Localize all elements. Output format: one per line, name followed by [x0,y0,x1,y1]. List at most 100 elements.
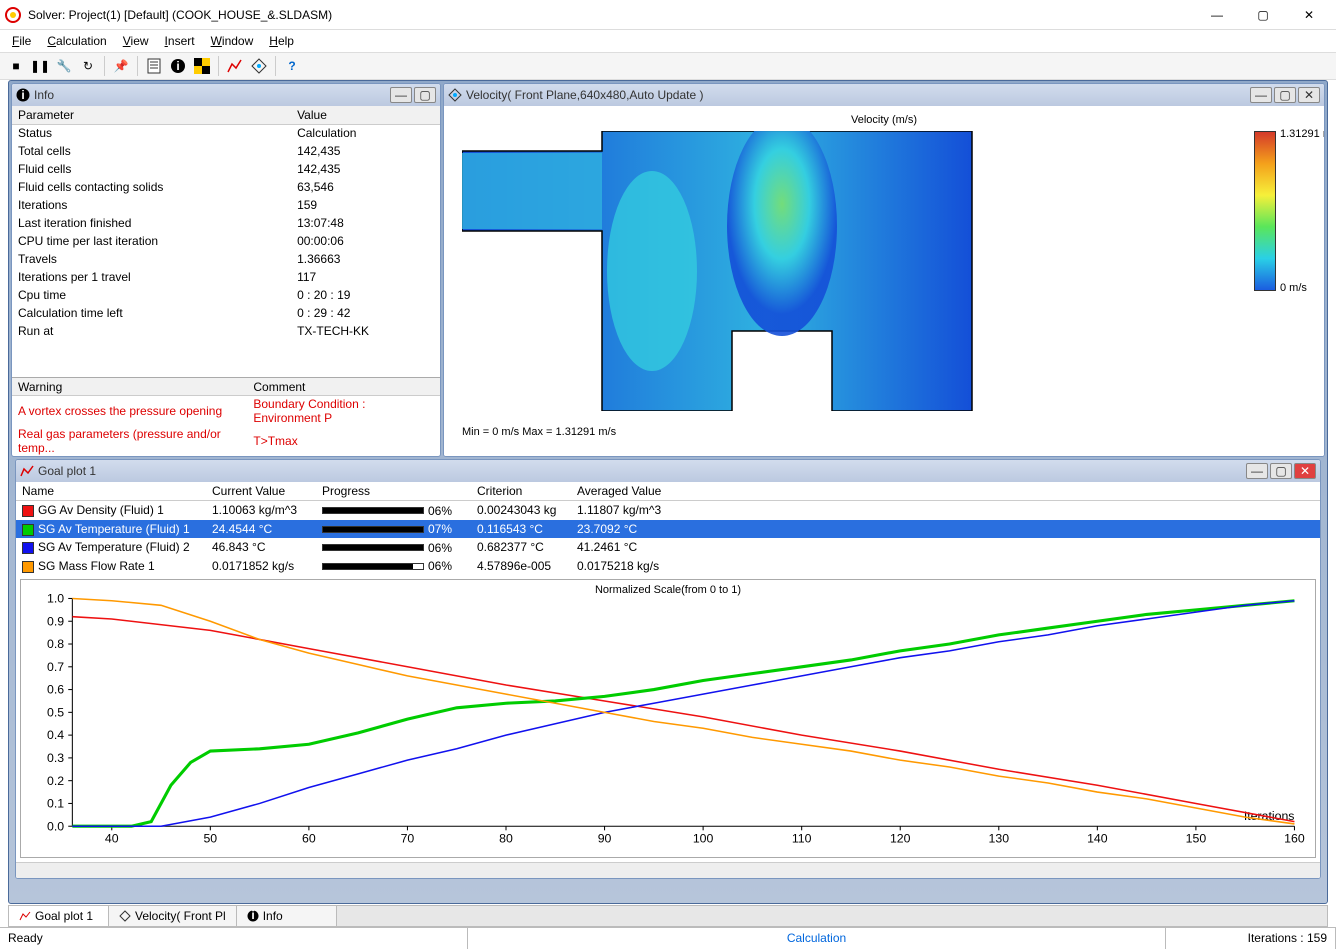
svg-text:0.8: 0.8 [47,637,64,651]
svg-text:0.9: 0.9 [47,614,64,628]
param-header[interactable]: Parameter [12,106,291,124]
velocity-window: Velocity( Front Plane,640x480,Auto Updat… [443,83,1325,457]
goals-icon[interactable] [192,56,212,76]
svg-text:150: 150 [1186,832,1207,846]
menu-calculation[interactable]: Calculation [39,32,114,50]
pause-icon[interactable]: ❚❚ [30,56,50,76]
info-row[interactable]: Total cells142,435 [12,142,440,160]
pin-icon[interactable]: 📌 [111,56,131,76]
goalplot-title: Goal plot 1 [38,464,1244,478]
goal-row[interactable]: GG Av Density (Fluid) 1 1.10063 kg/m^3 0… [16,501,1320,520]
menu-insert[interactable]: Insert [157,32,203,50]
menu-help[interactable]: Help [261,32,302,50]
mdi-area: i Info — ▢ ParameterValue StatusCalculat… [8,80,1328,904]
svg-text:60: 60 [302,832,316,846]
goalplot-titlebar[interactable]: Goal plot 1 — ▢ ✕ [16,460,1320,482]
child-max-button[interactable]: ▢ [1274,87,1296,103]
titlebar: Solver: Project(1) [Default] (COOK_HOUSE… [0,0,1336,30]
child-close-button[interactable]: ✕ [1298,87,1320,103]
window-title: Solver: Project(1) [Default] (COOK_HOUSE… [28,8,1194,22]
color-legend: 1.31291 m/s 0 m/s [1254,131,1284,291]
statusbar: Ready Calculation Iterations : 159 [0,927,1336,948]
menu-file[interactable]: File [4,32,39,50]
velocity-titlebar[interactable]: Velocity( Front Plane,640x480,Auto Updat… [444,84,1324,106]
menu-window[interactable]: Window [203,32,262,50]
svg-text:0.4: 0.4 [47,728,64,742]
tab-goalplot[interactable]: Goal plot 1 [9,906,109,926]
info-row[interactable]: Fluid cells contacting solids63,546 [12,178,440,196]
info-row[interactable]: StatusCalculation [12,124,440,142]
svg-text:0.3: 0.3 [47,751,64,765]
info-row[interactable]: CPU time per last iteration00:00:06 [12,232,440,250]
warning-row[interactable]: Real gas parameters (pressure and/or tem… [12,426,440,456]
child-min-button[interactable]: — [1250,87,1272,103]
refresh-icon[interactable]: ↻ [78,56,98,76]
value-header[interactable]: Value [291,106,440,124]
comment-header[interactable]: Comment [247,378,440,396]
info-body: ParameterValue StatusCalculationTotal ce… [12,106,440,456]
status-ready: Ready [0,928,468,949]
col-avg[interactable]: Averaged Value [571,482,1320,501]
warn-header[interactable]: Warning [12,378,247,396]
velocity-viewport[interactable]: Velocity (m/s) 1.31291 m/s 0 m/s Min = 0… [444,106,1324,456]
svg-text:0.2: 0.2 [47,774,64,788]
h-scrollbar[interactable] [16,862,1320,878]
goal-row[interactable]: SG Av Temperature (Fluid) 1 24.4544 °C 0… [16,520,1320,539]
child-min-button[interactable]: — [390,87,412,103]
svg-text:50: 50 [203,832,217,846]
info-row[interactable]: Travels1.36663 [12,250,440,268]
col-prog[interactable]: Progress [316,482,471,501]
col-crit[interactable]: Criterion [471,482,571,501]
preview-icon [448,88,462,102]
stop-icon[interactable]: ■ [6,56,26,76]
legend-max: 1.31291 m/s [1280,128,1324,140]
child-max-button[interactable]: ▢ [1270,463,1292,479]
tab-info[interactable]: iInfo [237,906,337,926]
wrench-icon[interactable]: 🔧 [54,56,74,76]
svg-text:80: 80 [499,832,513,846]
info-row[interactable]: Cpu time0 : 20 : 19 [12,286,440,304]
help-icon[interactable]: ? [282,56,302,76]
info-row[interactable]: Fluid cells142,435 [12,160,440,178]
goal-table: Name Current Value Progress Criterion Av… [16,482,1320,575]
minimize-button[interactable]: — [1194,1,1240,29]
tab-velocity[interactable]: Velocity( Front Pl [109,906,237,926]
svg-text:40: 40 [105,832,119,846]
info-row[interactable]: Last iteration finished13:07:48 [12,214,440,232]
child-close-button[interactable]: ✕ [1294,463,1316,479]
info-titlebar[interactable]: i Info — ▢ [12,84,440,106]
svg-text:i: i [251,910,254,922]
col-name[interactable]: Name [16,482,206,501]
menu-view[interactable]: View [115,32,157,50]
goal-chart[interactable]: Normalized Scale(from 0 to 1) 0.00.10.20… [20,579,1316,858]
svg-text:160: 160 [1284,832,1305,846]
svg-text:0.7: 0.7 [47,660,64,674]
info-row[interactable]: Run atTX-TECH-KK [12,322,440,340]
svg-text:1.0: 1.0 [47,592,64,606]
svg-text:120: 120 [890,832,911,846]
warning-row[interactable]: A vortex crosses the pressure openingBou… [12,396,440,427]
log-icon[interactable] [144,56,164,76]
plot-title: Velocity (m/s) [851,114,917,126]
child-max-button[interactable]: ▢ [414,87,436,103]
svg-text:0.6: 0.6 [47,683,64,697]
svg-text:70: 70 [401,832,415,846]
maximize-button[interactable]: ▢ [1240,1,1286,29]
info-window: i Info — ▢ ParameterValue StatusCalculat… [11,83,441,457]
svg-text:140: 140 [1087,832,1108,846]
goalplot-icon [20,464,34,478]
toolbar: ■ ❚❚ 🔧 ↻ 📌 i ? [0,52,1336,80]
info-table: ParameterValue StatusCalculationTotal ce… [12,106,440,340]
goalplot-icon[interactable] [225,56,245,76]
info-row[interactable]: Iterations159 [12,196,440,214]
goal-row[interactable]: SG Mass Flow Rate 1 0.0171852 kg/s 06% 4… [16,557,1320,576]
info-row[interactable]: Calculation time left0 : 29 : 42 [12,304,440,322]
preview-icon[interactable] [249,56,269,76]
col-cv[interactable]: Current Value [206,482,316,501]
close-button[interactable]: ✕ [1286,1,1332,29]
svg-text:0.5: 0.5 [47,705,64,719]
info-icon[interactable]: i [168,56,188,76]
child-min-button[interactable]: — [1246,463,1268,479]
info-row[interactable]: Iterations per 1 travel117 [12,268,440,286]
goal-row[interactable]: SG Av Temperature (Fluid) 2 46.843 °C 06… [16,538,1320,557]
